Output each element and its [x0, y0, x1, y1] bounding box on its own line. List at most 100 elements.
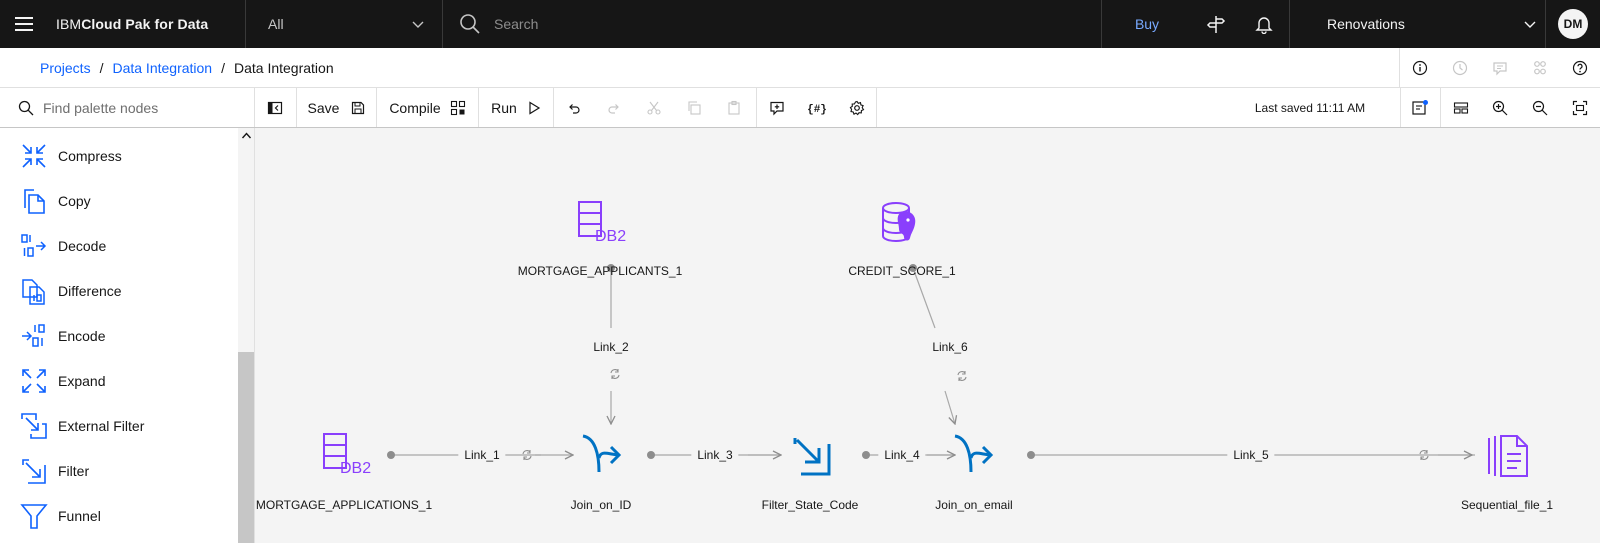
whats-new-button[interactable]: [1192, 0, 1240, 48]
search-input[interactable]: Search: [443, 0, 1101, 48]
encode-icon: [22, 324, 45, 347]
hamburger-icon: [15, 17, 33, 31]
palette-item-compress[interactable]: Compress: [0, 133, 238, 179]
node-label-join-on-id[interactable]: Join_on_ID: [571, 498, 632, 512]
palette-item-funnel[interactable]: Funnel: [0, 493, 238, 539]
assets-button[interactable]: [1520, 48, 1560, 88]
difference-icon: [22, 279, 45, 305]
palette-item-filter[interactable]: Filter: [0, 448, 238, 494]
account-name: Renovations: [1327, 16, 1405, 32]
layout-icon: [1453, 101, 1469, 114]
notification-bell-icon: [1255, 17, 1273, 34]
node-label-filter-state-code[interactable]: Filter_State_Code: [762, 498, 859, 512]
buy-link[interactable]: Buy: [1102, 0, 1192, 48]
breadcrumb-separator: /: [99, 60, 104, 76]
menu-button[interactable]: [0, 0, 48, 48]
fit-to-screen-button[interactable]: [1560, 88, 1600, 127]
node-join-on-email[interactable]: [951, 432, 995, 478]
account-switcher[interactable]: Renovations: [1290, 0, 1536, 48]
signpost-icon: [1206, 16, 1226, 33]
node-label-credit-score[interactable]: CREDIT_SCORE_1: [848, 264, 955, 278]
palette-item-external-filter[interactable]: External Filter: [0, 403, 238, 449]
link-1-label[interactable]: Link_1: [458, 448, 506, 462]
palette-search-placeholder: Find palette nodes: [43, 99, 159, 116]
db2-icon: DB2: [323, 433, 371, 477]
help-icon: [1572, 60, 1588, 76]
user-avatar-button[interactable]: DM: [1546, 0, 1600, 48]
port-dot[interactable]: [647, 451, 655, 459]
palette-item-label: Filter: [58, 463, 90, 479]
scope-value: All: [268, 16, 284, 32]
compile-button[interactable]: Compile: [377, 88, 478, 127]
data-assets-icon: [1534, 61, 1546, 75]
scope-dropdown[interactable]: All: [246, 0, 442, 48]
breadcrumb-current: Data Integration: [233, 60, 334, 76]
node-label-mortgage-applications[interactable]: MORTGAGE_APPLICATIONS_1: [256, 498, 432, 512]
run-label: Run: [491, 99, 517, 116]
run-button[interactable]: Run: [479, 88, 553, 127]
link-2-label[interactable]: Link_2: [587, 340, 635, 354]
node-sequential-file[interactable]: [1485, 432, 1531, 478]
undo-button[interactable]: [554, 88, 594, 127]
node-mortgage-applications[interactable]: DB2: [320, 430, 392, 477]
notifications-panel-button[interactable]: [1400, 88, 1440, 127]
header-actions: [1399, 48, 1600, 88]
node-label-join-on-email[interactable]: Join_on_email: [935, 498, 1012, 512]
paste-icon: [728, 100, 740, 115]
last-saved-status: Last saved 11:11 AM: [1254, 100, 1366, 115]
notification-panel-icon: [1412, 99, 1428, 115]
breadcrumb-projects[interactable]: Projects: [40, 60, 91, 76]
svg-text:{#}: {#}: [808, 104, 826, 116]
save-button[interactable]: Save: [297, 88, 376, 127]
palette-item-label: External Filter: [58, 418, 145, 434]
product-name[interactable]: IBM Cloud Pak for Data: [56, 0, 208, 48]
db2-text: DB2: [595, 228, 626, 244]
help-button[interactable]: [1560, 48, 1600, 88]
zoom-out-button[interactable]: [1520, 88, 1560, 127]
link-5-label[interactable]: Link_5: [1227, 448, 1275, 462]
breadcrumb-project[interactable]: Data Integration: [112, 60, 212, 76]
filter-icon: [793, 438, 831, 476]
sequential-file-icon: [1488, 435, 1528, 477]
node-join-on-id[interactable]: [579, 432, 623, 478]
palette-item-decode[interactable]: Decode: [0, 223, 238, 269]
toggle-palette-button[interactable]: [255, 88, 295, 127]
link-3-label[interactable]: Link_3: [691, 448, 739, 462]
node-mortgage-applicants[interactable]: DB2: [575, 198, 647, 245]
flow-canvas[interactable]: Link_1 Link_2 Link_3 Link_4 Link_5 Link_…: [255, 128, 1600, 543]
paste-button[interactable]: [714, 88, 754, 127]
add-comment-button[interactable]: [757, 88, 797, 127]
palette-item-difference[interactable]: Difference: [0, 268, 238, 314]
node-filter-state-code[interactable]: [789, 432, 833, 478]
palette-item-copy[interactable]: Copy: [0, 178, 238, 224]
copy-button[interactable]: [674, 88, 714, 127]
cut-icon: [647, 101, 661, 115]
history-button[interactable]: [1440, 48, 1480, 88]
comments-button[interactable]: [1480, 48, 1520, 88]
palette-item-expand[interactable]: Expand: [0, 358, 238, 404]
node-label-mortgage-applicants[interactable]: MORTGAGE_APPLICANTS_1: [518, 264, 683, 278]
arrange-layout-button[interactable]: [1441, 88, 1481, 127]
link-6-label[interactable]: Link_6: [926, 340, 974, 354]
redo-button[interactable]: [594, 88, 634, 127]
node-credit-score[interactable]: [879, 200, 923, 246]
palette-search-input[interactable]: Find palette nodes: [0, 88, 255, 127]
palette-item-encode[interactable]: Encode: [0, 313, 238, 359]
link-4-label[interactable]: Link_4: [878, 448, 926, 462]
port-dot[interactable]: [1027, 451, 1035, 459]
side-panel-close-icon: [267, 101, 283, 114]
palette-scrollbar-thumb[interactable]: [238, 352, 254, 543]
notifications-button[interactable]: [1240, 0, 1288, 48]
settings-button[interactable]: [837, 88, 877, 127]
info-button[interactable]: [1400, 48, 1440, 88]
search-placeholder: Search: [494, 16, 539, 32]
scroll-up-icon[interactable]: [241, 131, 252, 140]
link-6-sync-icon[interactable]: [957, 371, 967, 381]
cut-button[interactable]: [634, 88, 674, 127]
link-2-sync-icon[interactable]: [610, 369, 620, 379]
parameters-icon: {#}: [808, 104, 826, 116]
port-dot[interactable]: [862, 451, 870, 459]
node-label-sequential-file[interactable]: Sequential_file_1: [1461, 498, 1553, 512]
parameters-button[interactable]: {#}: [797, 88, 837, 127]
zoom-in-button[interactable]: [1480, 88, 1520, 127]
